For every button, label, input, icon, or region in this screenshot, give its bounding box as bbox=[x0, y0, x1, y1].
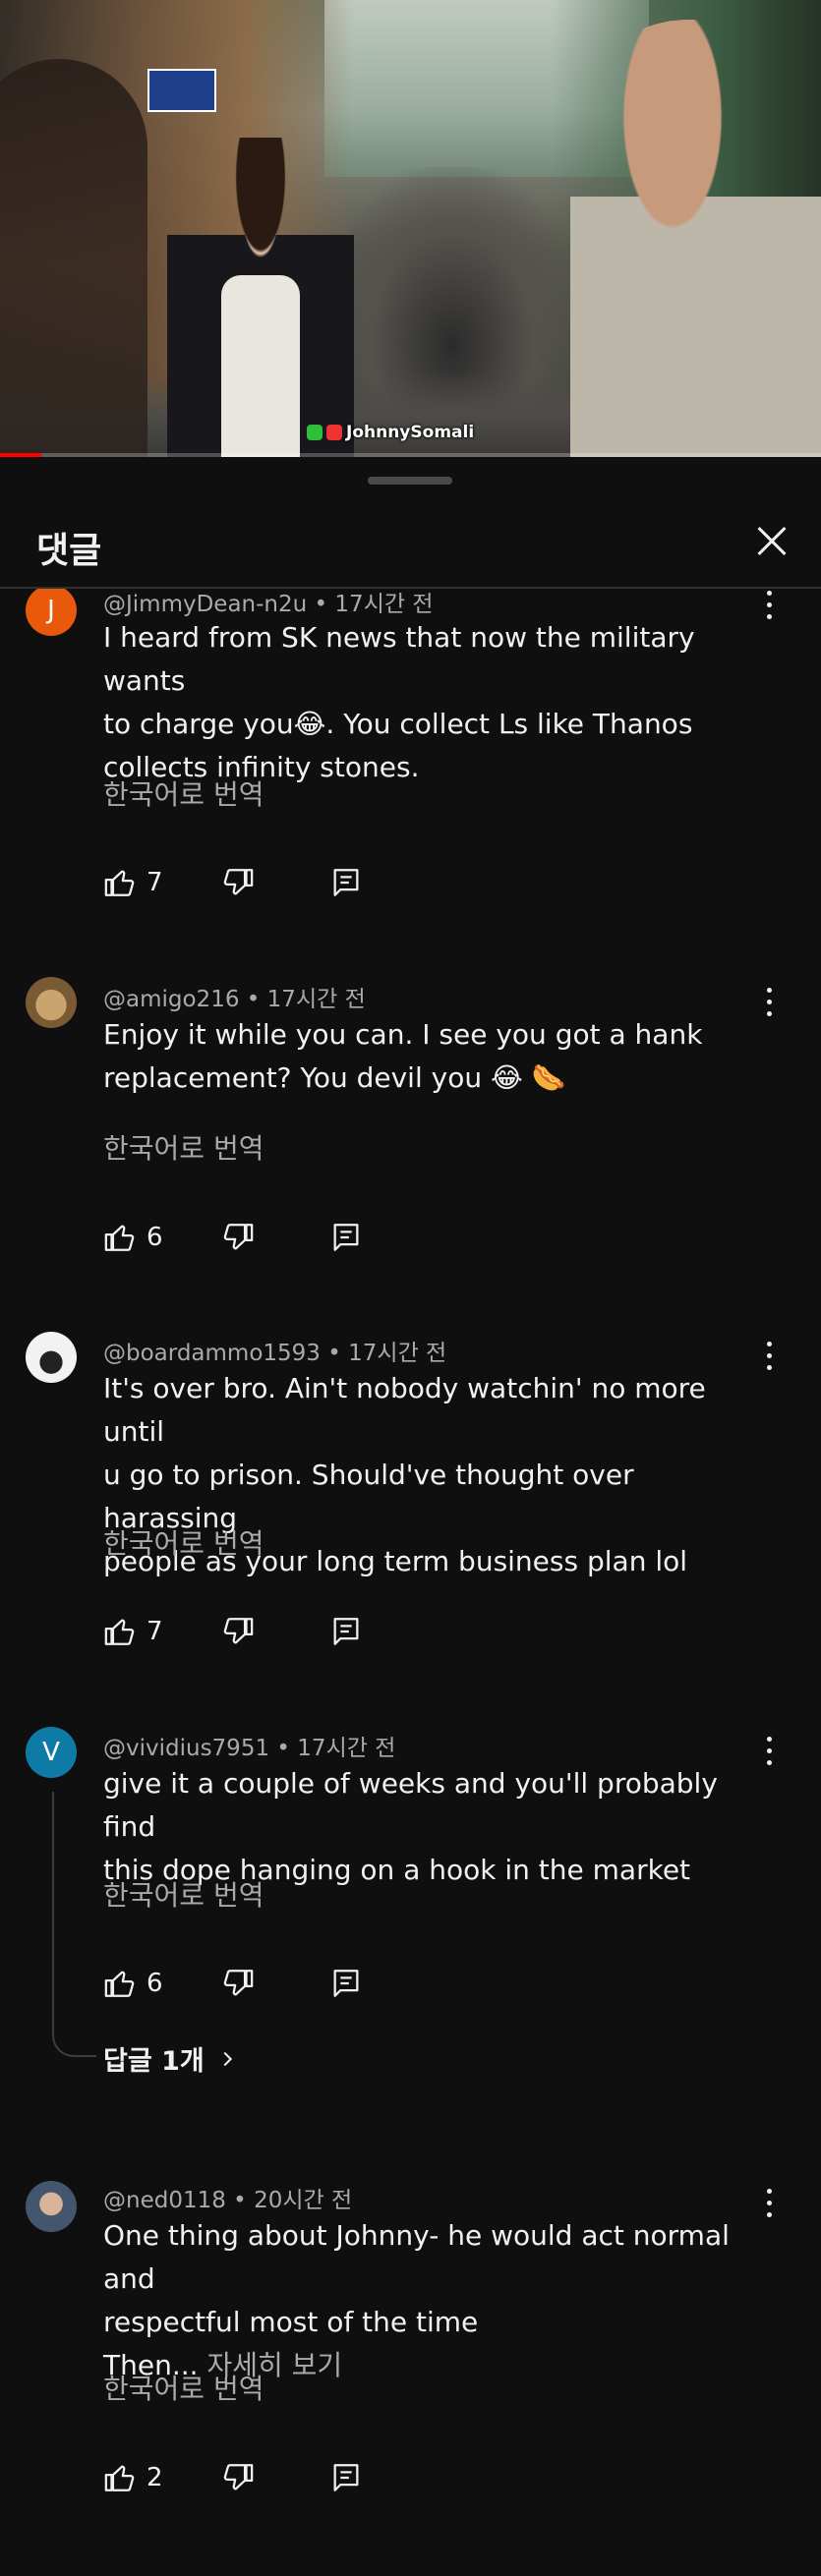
comment-actions: 6 bbox=[103, 1964, 398, 2003]
translate-button[interactable]: 한국어로 번역 bbox=[103, 773, 264, 813]
comment-time: 17시간 전 bbox=[334, 592, 434, 617]
comment-line: It's over bro. Ain't nobody watchin' no … bbox=[103, 1372, 706, 1448]
watermark-logo-icon-2 bbox=[326, 425, 342, 440]
thread-curve bbox=[52, 2032, 96, 2057]
avatar[interactable] bbox=[26, 977, 77, 1028]
like-count: 2 bbox=[147, 2463, 163, 2492]
comment-text: One thing about Johnny- he would act nor… bbox=[103, 2214, 772, 2387]
comment-text: Enjoy it while you can. I see you got a … bbox=[103, 1013, 772, 1100]
video-player[interactable]: JohnnySomali bbox=[0, 0, 821, 457]
thumb-up-icon bbox=[104, 1619, 135, 1645]
reply-icon bbox=[333, 1618, 359, 1645]
thumb-down-icon bbox=[223, 1618, 254, 1644]
comment-time: 17시간 전 bbox=[297, 1736, 396, 1761]
like-button[interactable]: 6 bbox=[103, 1218, 163, 1257]
comment-actions: 7 bbox=[103, 1612, 398, 1651]
dislike-button[interactable] bbox=[221, 863, 255, 902]
comment-time: 20시간 전 bbox=[254, 2188, 353, 2213]
close-icon[interactable] bbox=[745, 516, 796, 567]
thumb-down-icon bbox=[223, 869, 254, 895]
like-count: 6 bbox=[147, 1969, 163, 1998]
translate-button[interactable]: 한국어로 번역 bbox=[103, 1127, 264, 1167]
comment-meta: @ned0118 • 20시간 전 bbox=[103, 2188, 353, 2213]
comments-sheet: 댓글 J @JimmyDean-n2u • 17시간 전 I heard fro… bbox=[0, 457, 821, 2576]
reply-button[interactable] bbox=[329, 863, 363, 902]
avatar[interactable] bbox=[26, 2181, 77, 2232]
avatar[interactable]: J bbox=[26, 589, 77, 636]
reply-button[interactable] bbox=[329, 2458, 363, 2497]
comment-text: give it a couple of weeks and you'll pro… bbox=[103, 1762, 772, 1892]
reply-icon bbox=[333, 1970, 359, 1997]
comment-line: to charge you😂. You collect Ls like Than… bbox=[103, 708, 693, 740]
thumb-up-icon bbox=[104, 1225, 135, 1251]
thumb-up-icon bbox=[104, 2465, 135, 2491]
thumb-down-icon bbox=[223, 2464, 254, 2490]
comment-author[interactable]: @JimmyDean-n2u bbox=[103, 592, 307, 617]
watermark-text: JohnnySomali bbox=[346, 423, 475, 442]
person-man bbox=[570, 20, 821, 457]
comment-author[interactable]: @vividius7951 bbox=[103, 1736, 269, 1761]
comment-actions: 2 bbox=[103, 2458, 398, 2497]
like-button[interactable]: 6 bbox=[103, 1964, 163, 2003]
avatar[interactable]: V bbox=[26, 1727, 77, 1778]
thumb-down-icon bbox=[223, 1970, 254, 1996]
comment-text: I heard from SK news that now the milita… bbox=[103, 616, 772, 789]
avatar[interactable] bbox=[26, 1332, 77, 1383]
like-button[interactable]: 7 bbox=[103, 1612, 163, 1651]
comment-meta: @boardammo1593 • 17시간 전 bbox=[103, 1341, 447, 1366]
like-count: 6 bbox=[147, 1223, 163, 1252]
reply-button[interactable] bbox=[329, 1218, 363, 1257]
like-button[interactable]: 2 bbox=[103, 2458, 163, 2497]
comment-actions: 6 bbox=[103, 1218, 398, 1257]
thread-line bbox=[52, 1792, 54, 2033]
comment-author[interactable]: @boardammo1593 bbox=[103, 1341, 321, 1366]
shop-sign bbox=[147, 69, 216, 112]
comment-time: 17시간 전 bbox=[266, 987, 366, 1012]
like-count: 7 bbox=[147, 1617, 163, 1646]
comment-time: 17시간 전 bbox=[348, 1341, 447, 1366]
chevron-right-icon bbox=[223, 2051, 232, 2066]
comment-line: replacement? You devil you 😂 🌭 bbox=[103, 1061, 566, 1094]
comment-meta: @vividius7951 • 17시간 전 bbox=[103, 1736, 396, 1761]
comment-line: respectful most of the time bbox=[103, 2306, 479, 2338]
comment-line: Enjoy it while you can. I see you got a … bbox=[103, 1018, 703, 1051]
comment-line: give it a couple of weeks and you'll pro… bbox=[103, 1767, 718, 1843]
comment-list[interactable]: J @JimmyDean-n2u • 17시간 전 I heard from S… bbox=[0, 589, 821, 2576]
dislike-button[interactable] bbox=[221, 1612, 255, 1651]
comment-line: One thing about Johnny- he would act nor… bbox=[103, 2219, 730, 2295]
like-button[interactable]: 7 bbox=[103, 863, 163, 902]
dislike-button[interactable] bbox=[221, 1964, 255, 2003]
avatar-letter: V bbox=[42, 1738, 60, 1767]
thumb-up-icon bbox=[104, 870, 135, 896]
channel-watermark: JohnnySomali bbox=[307, 421, 474, 444]
thumb-down-icon bbox=[223, 1224, 254, 1250]
comment-author[interactable]: @ned0118 bbox=[103, 2188, 226, 2213]
dislike-button[interactable] bbox=[221, 2458, 255, 2497]
like-count: 7 bbox=[147, 868, 163, 897]
sheet-header: 댓글 bbox=[0, 514, 821, 589]
replies-label: 답글 1개 bbox=[103, 2046, 205, 2077]
translate-button[interactable]: 한국어로 번역 bbox=[103, 1522, 264, 1562]
watermark-logo-icon bbox=[307, 425, 323, 440]
reply-icon bbox=[333, 2464, 359, 2491]
avatar-letter: J bbox=[47, 596, 55, 625]
reply-button[interactable] bbox=[329, 1612, 363, 1651]
comment-meta: @amigo216 • 17시간 전 bbox=[103, 987, 366, 1012]
thumb-up-icon bbox=[104, 1971, 135, 1997]
comment-author[interactable]: @amigo216 bbox=[103, 987, 239, 1012]
comment-meta: @JimmyDean-n2u • 17시간 전 bbox=[103, 592, 434, 617]
reply-icon bbox=[333, 869, 359, 896]
comment-actions: 7 bbox=[103, 863, 398, 902]
reply-button[interactable] bbox=[329, 1964, 363, 2003]
translate-button[interactable]: 한국어로 번역 bbox=[103, 1874, 264, 1914]
sheet-drag-handle[interactable] bbox=[368, 477, 452, 485]
comment-line: I heard from SK news that now the milita… bbox=[103, 621, 695, 697]
view-replies-button[interactable]: 답글 1개 bbox=[103, 2039, 238, 2078]
dislike-button[interactable] bbox=[221, 1218, 255, 1257]
sheet-title: 댓글 bbox=[36, 531, 102, 571]
reply-icon bbox=[333, 1224, 359, 1251]
person-left bbox=[0, 59, 147, 457]
translate-button[interactable]: 한국어로 번역 bbox=[103, 2368, 264, 2407]
person-woman bbox=[167, 138, 354, 457]
